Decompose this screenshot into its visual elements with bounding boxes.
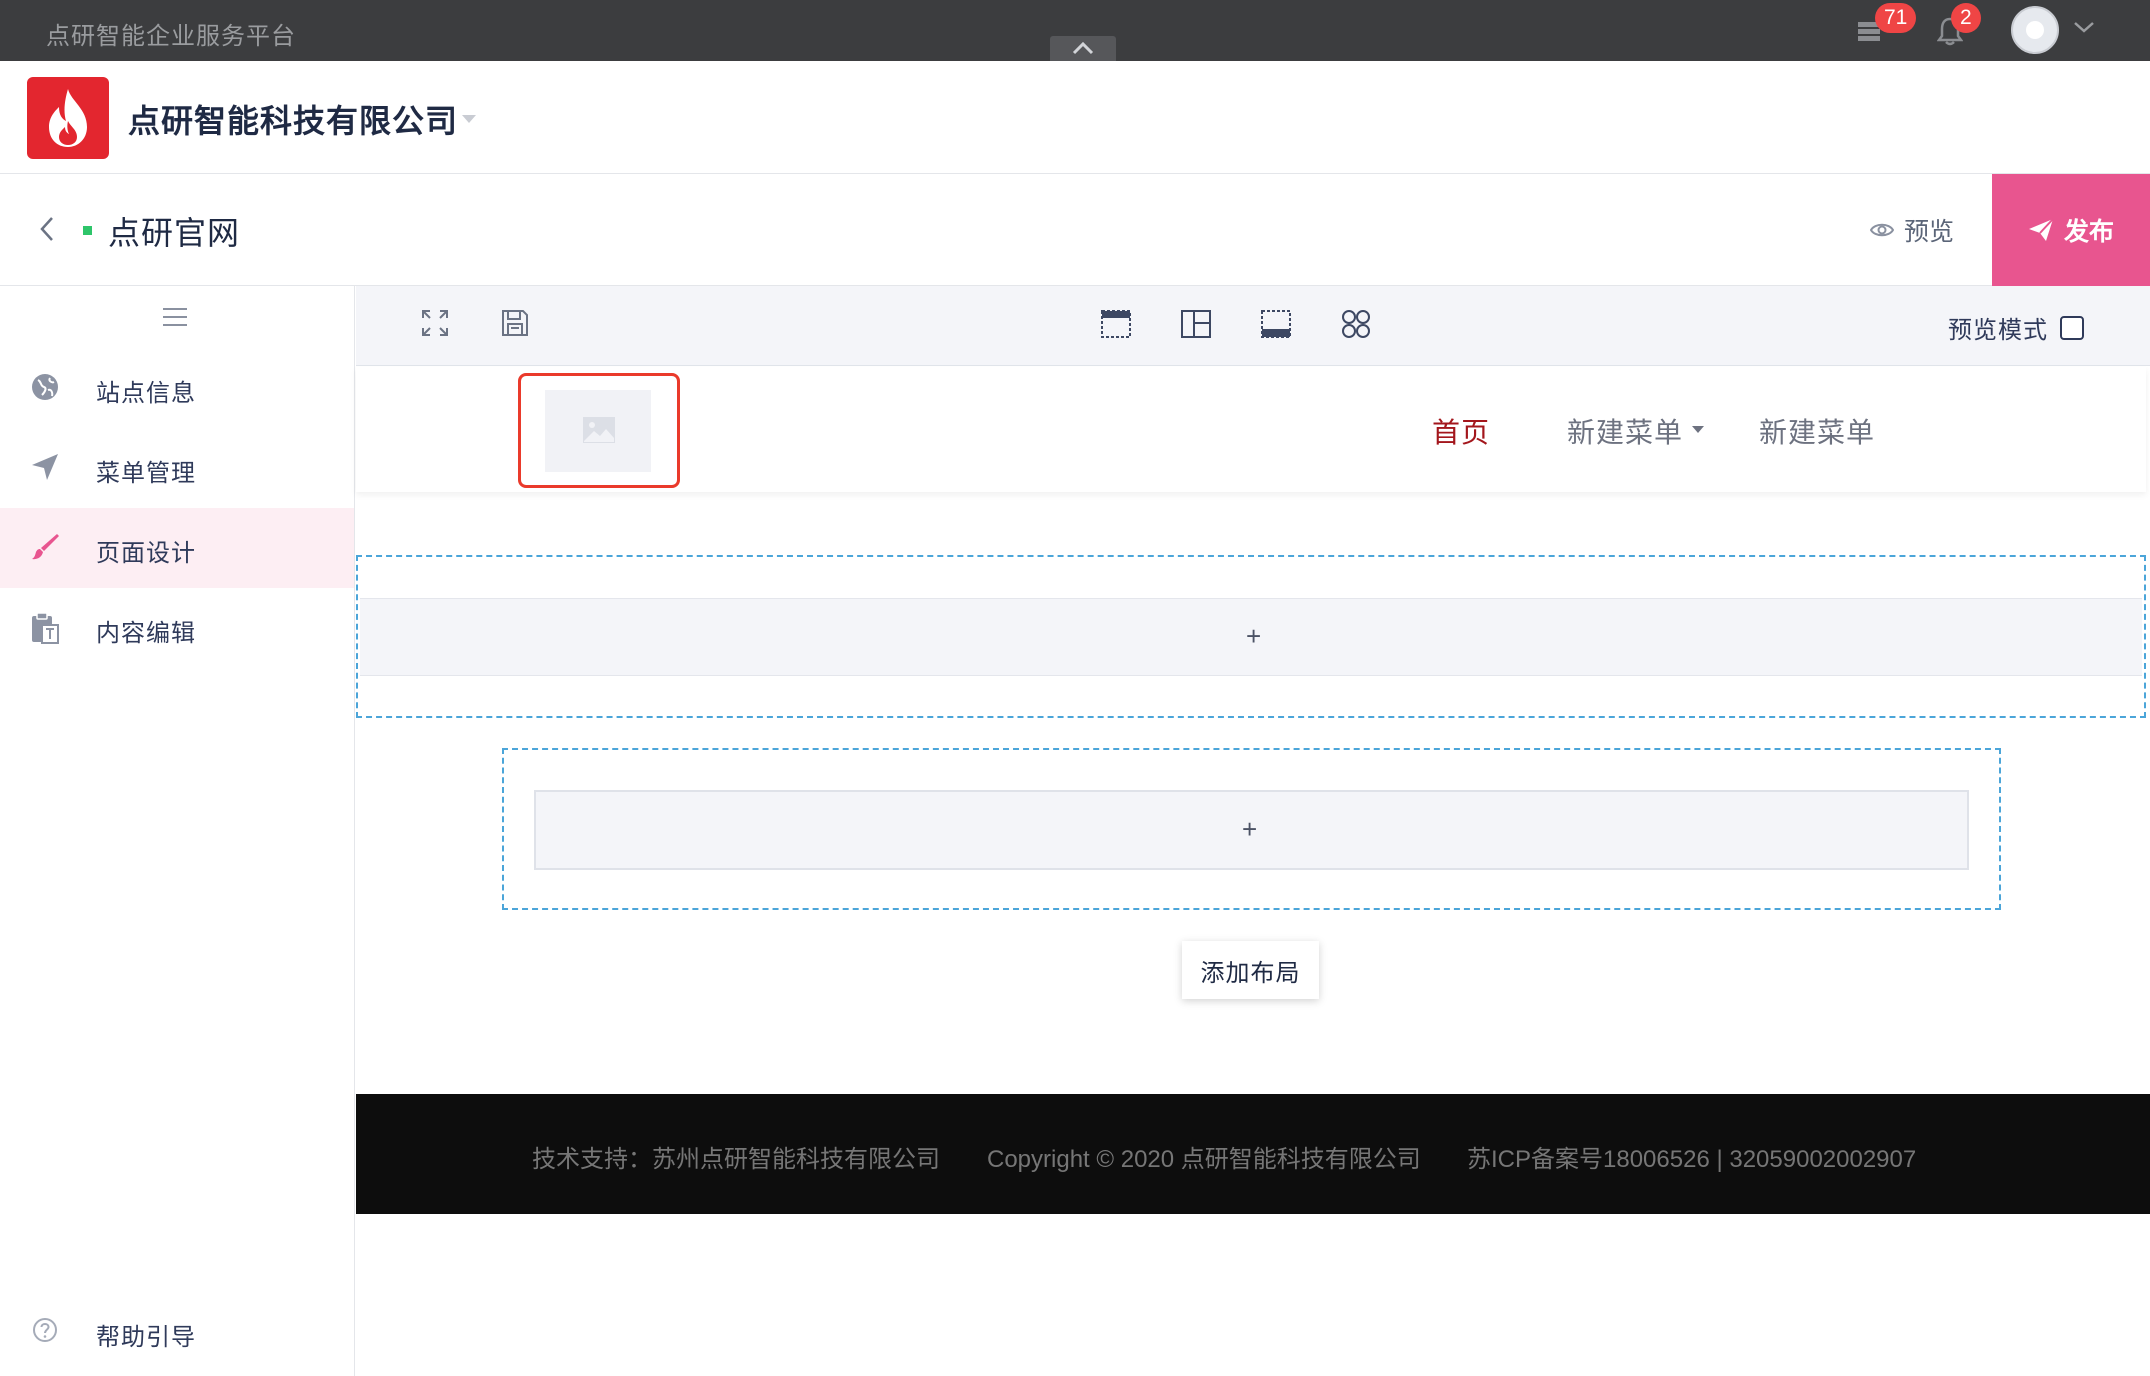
logo-image-placeholder[interactable] (518, 373, 680, 488)
avatar[interactable] (2011, 6, 2059, 54)
add-module-bar[interactable]: + (360, 598, 2142, 676)
help-guide-label: 帮助引导 (96, 1324, 196, 1351)
design-canvas: 首页 新建菜单 新建菜单 + + 添加布局 技术支持：苏州点研智能科技有限公司 … (356, 367, 2150, 1376)
image-placeholder (545, 390, 651, 472)
add-module-bar[interactable]: + (534, 790, 1969, 870)
preview-button[interactable]: 预览 (1870, 212, 1954, 248)
add-module-plus[interactable]: + (1242, 814, 1257, 845)
nav-item-new-menu-dropdown[interactable]: 新建菜单 (1567, 411, 1683, 451)
publish-label: 发布 (2063, 218, 2114, 246)
nav-item-home[interactable]: 首页 (1432, 411, 1490, 451)
publish-button[interactable]: 发布 (1992, 174, 2150, 286)
flame-icon (49, 89, 87, 147)
navigation-icon (30, 452, 62, 484)
chevron-down-icon[interactable] (2073, 20, 2095, 39)
editor-toolbar: 预览模式 (356, 286, 2150, 366)
preview-mode-toggle[interactable]: 预览模式 (1948, 310, 2084, 345)
sidebar-item-content-edit[interactable]: 内容编辑 (0, 588, 354, 668)
fullscreen-icon[interactable] (420, 308, 450, 343)
footer-layout-icon[interactable] (1260, 308, 1292, 345)
tasks-count-badge: 71 (1875, 3, 1917, 33)
image-icon (583, 417, 615, 443)
sidebar-item-label: 站点信息 (96, 380, 196, 407)
chevron-up-icon (1072, 41, 1094, 55)
eye-icon (1870, 223, 1894, 237)
site-header: 点研官网 预览 发布 (0, 174, 2150, 286)
sidebar-item-label: 内容编辑 (96, 620, 196, 647)
site-footer: 技术支持：苏州点研智能科技有限公司 Copyright © 2020 点研智能科… (356, 1094, 2150, 1214)
sidebar-item-site-info[interactable]: 站点信息 (0, 348, 354, 428)
site-title: 点研官网 (108, 215, 241, 251)
module-grid-icon[interactable] (1340, 308, 1372, 345)
company-switch-caret-icon[interactable] (462, 115, 476, 123)
add-module-plus[interactable]: + (1246, 621, 1261, 652)
sidebar: 站点信息 菜单管理 页面设计 内容编辑 帮助引导 (0, 286, 355, 1376)
clipboard-text-icon (30, 612, 62, 644)
send-icon (2028, 218, 2054, 241)
question-circle-icon (32, 1317, 58, 1348)
brush-icon (30, 532, 62, 564)
column-layout-icon[interactable] (1180, 308, 1212, 345)
site-status-dot (83, 226, 92, 235)
company-name[interactable]: 点研智能科技有限公司 (128, 96, 458, 142)
content-section[interactable]: + (502, 748, 2001, 910)
preview-mode-checkbox[interactable] (2060, 315, 2084, 340)
full-width-section[interactable]: + (356, 555, 2146, 718)
company-header: 点研智能科技有限公司 (0, 61, 2150, 174)
notification-count-badge: 2 (1951, 3, 1981, 33)
sidebar-item-page-design[interactable]: 页面设计 (0, 508, 354, 588)
dropdown-caret-icon[interactable] (1692, 426, 1704, 433)
top-bar: 点研智能企业服务平台 71 2 (0, 0, 2150, 61)
preview-mode-label: 预览模式 (1948, 317, 2048, 344)
header-layout-icon[interactable] (1100, 308, 1132, 345)
nav-item-new-menu[interactable]: 新建菜单 (1759, 411, 1875, 451)
footer-icp-text: 苏ICP备案号18006526 | 32059002002907 (1467, 1146, 1917, 1173)
sidebar-item-label: 页面设计 (96, 540, 196, 567)
site-nav-header: 首页 新建菜单 新建菜单 (356, 367, 2146, 492)
help-guide-link[interactable]: 帮助引导 (0, 1306, 354, 1356)
footer-copyright-text: Copyright © 2020 点研智能科技有限公司 (987, 1146, 1421, 1173)
sidebar-item-menu-management[interactable]: 菜单管理 (0, 428, 354, 508)
save-icon[interactable] (500, 308, 530, 343)
company-logo (27, 77, 109, 159)
platform-title: 点研智能企业服务平台 (46, 23, 296, 50)
sidebar-item-label: 菜单管理 (96, 460, 196, 487)
hamburger-icon[interactable] (162, 306, 188, 333)
back-arrow-icon[interactable] (38, 214, 56, 249)
footer-support-text: 技术支持：苏州点研智能科技有限公司 (532, 1146, 940, 1173)
add-layout-button[interactable]: 添加布局 (1182, 941, 1319, 999)
globe-icon (30, 372, 62, 404)
collapse-header-button[interactable] (1050, 36, 1116, 61)
preview-label: 预览 (1904, 218, 1955, 246)
